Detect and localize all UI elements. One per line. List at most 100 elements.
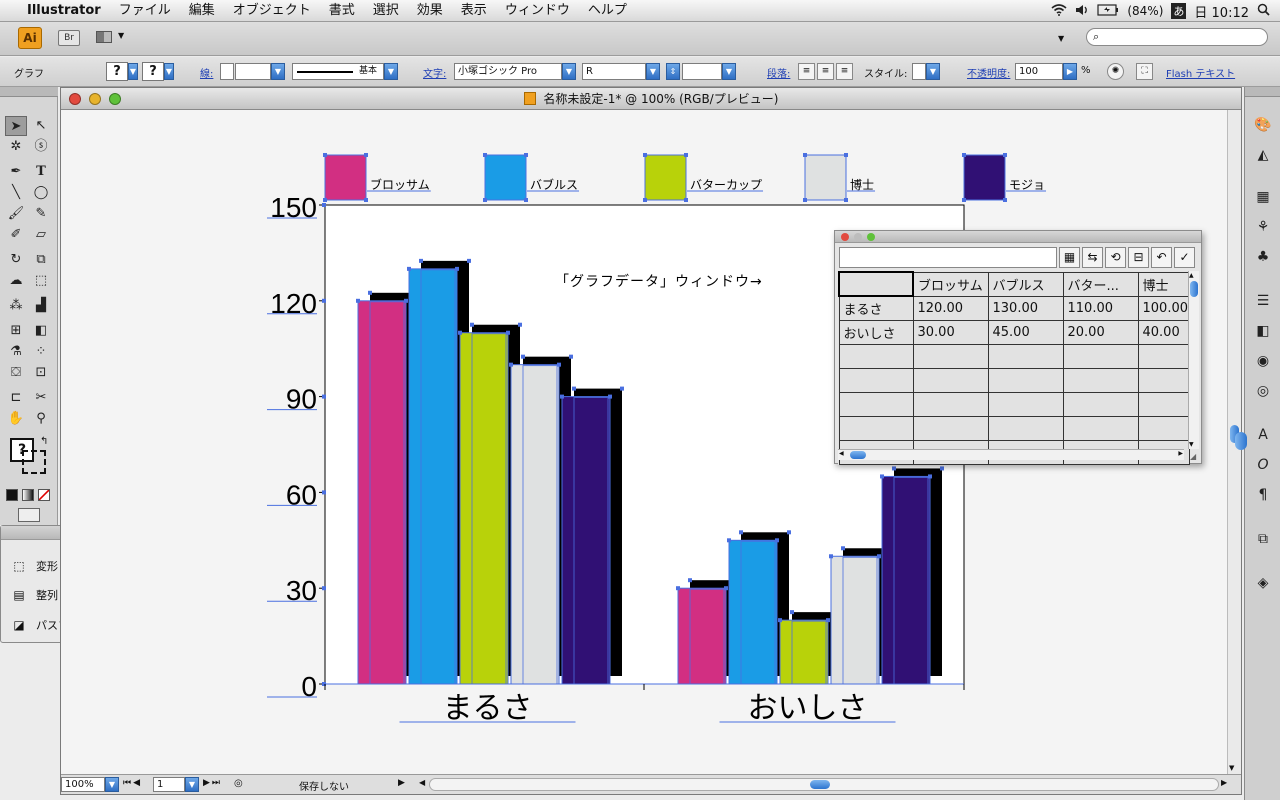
- bar[interactable]: [510, 364, 560, 685]
- character-panel-icon[interactable]: A: [1253, 425, 1273, 445]
- scroll-left-icon[interactable]: ◀: [419, 778, 427, 787]
- transform-panel-button[interactable]: ⬚ 変形: [11, 558, 58, 574]
- zoom-tool-icon[interactable]: ⚲: [30, 409, 52, 429]
- stroke-color-button[interactable]: ?: [142, 62, 164, 81]
- bar[interactable]: [408, 268, 458, 685]
- bar[interactable]: [677, 587, 727, 685]
- table-cell[interactable]: [1137, 343, 1190, 369]
- table-cell[interactable]: [838, 343, 914, 369]
- font-size-input[interactable]: [682, 63, 722, 80]
- graph-data-scroll-left-icon[interactable]: ◀: [839, 450, 844, 457]
- eyedropper-tool-icon[interactable]: ⚗: [5, 342, 27, 362]
- bar[interactable]: [459, 332, 509, 685]
- table-cell[interactable]: [912, 415, 989, 441]
- line-tool-icon[interactable]: ╲: [5, 183, 27, 203]
- graphic-style-dropdown-icon[interactable]: ▼: [926, 63, 940, 80]
- font-family-dropdown-icon[interactable]: ▼: [562, 63, 576, 80]
- graph-data-close-icon[interactable]: [841, 233, 849, 241]
- cell-style-icon[interactable]: ⊟: [1128, 247, 1149, 268]
- menu-help[interactable]: ヘルプ: [579, 0, 636, 22]
- table-cell[interactable]: [987, 367, 1064, 393]
- graph-data-vscroll-thumb[interactable]: [1190, 281, 1198, 297]
- menu-type[interactable]: 書式: [320, 0, 364, 22]
- table-cell[interactable]: 110.00: [1062, 295, 1139, 321]
- volume-icon[interactable]: [1075, 4, 1089, 19]
- graph-data-minimize-icon[interactable]: [854, 233, 862, 241]
- graph-data-vertical-scrollbar[interactable]: ▲ ▼: [1188, 271, 1199, 449]
- eraser-tool-icon[interactable]: ▱: [30, 225, 52, 245]
- gradient-tool-icon[interactable]: ◧: [30, 321, 52, 341]
- table-cell[interactable]: [838, 391, 914, 417]
- graph-data-hscroll-thumb[interactable]: [850, 451, 866, 459]
- table-cell[interactable]: 30.00: [912, 319, 989, 345]
- paragraph-label[interactable]: 段落:: [767, 65, 790, 80]
- revert-icon[interactable]: ↶: [1151, 247, 1172, 268]
- artboard-tool-icon[interactable]: ⊏: [5, 388, 27, 408]
- opacity-input[interactable]: 100: [1015, 63, 1063, 80]
- brushes-panel-icon[interactable]: ⚘: [1253, 217, 1273, 237]
- graph-data-horizontal-scrollbar[interactable]: ◀ ▶: [838, 449, 1184, 460]
- swap-fill-stroke-icon[interactable]: ↰: [40, 436, 48, 447]
- stroke-style-select[interactable]: 基本: [292, 63, 384, 80]
- mesh-tool-icon[interactable]: ⊞: [5, 321, 27, 341]
- ellipse-tool-icon[interactable]: ◯: [30, 183, 52, 203]
- legend-swatch[interactable]: [644, 154, 687, 201]
- stroke-weight-stepper[interactable]: [220, 63, 234, 80]
- legend-swatch[interactable]: [324, 154, 367, 201]
- font-size-stepper[interactable]: ⇕: [666, 63, 680, 80]
- paragraph-panel-icon[interactable]: ¶: [1253, 485, 1273, 505]
- slice-tool-icon[interactable]: ✂: [30, 388, 52, 408]
- table-cell[interactable]: [987, 415, 1064, 441]
- apply-icon[interactable]: ✓: [1174, 247, 1195, 268]
- live-paint-selection-tool-icon[interactable]: ⊡: [30, 363, 52, 383]
- table-cell[interactable]: [1137, 415, 1190, 441]
- table-cell[interactable]: [1062, 415, 1139, 441]
- align-center-icon[interactable]: ≡: [817, 63, 834, 80]
- artboard-number-input[interactable]: 1: [153, 777, 185, 792]
- table-cell[interactable]: バター...: [1062, 271, 1139, 297]
- recolor-artwork-icon[interactable]: ✺: [1107, 63, 1124, 80]
- blob-brush-tool-icon[interactable]: ✐: [5, 225, 27, 245]
- horizontal-scroll-thumb[interactable]: [810, 780, 830, 789]
- fill-color-button[interactable]: ?: [106, 62, 128, 81]
- horizontal-scrollbar[interactable]: [429, 778, 1219, 791]
- bridge-button[interactable]: Br: [58, 30, 80, 46]
- magic-wand-tool-icon[interactable]: ✲: [5, 137, 27, 157]
- color-panel-icon[interactable]: 🎨: [1253, 115, 1273, 135]
- table-cell[interactable]: [987, 343, 1064, 369]
- type-tool-icon[interactable]: T: [30, 162, 52, 182]
- artboard-dropdown-icon[interactable]: ▼: [185, 777, 199, 792]
- dock-splitter-handle[interactable]: [1235, 432, 1247, 450]
- table-cell[interactable]: 45.00: [987, 319, 1064, 345]
- live-paint-bucket-tool-icon[interactable]: ⛋: [5, 363, 27, 383]
- scroll-down-icon[interactable]: ▼: [1229, 764, 1234, 772]
- stroke-weight-input[interactable]: [235, 63, 271, 80]
- font-style-input[interactable]: R: [582, 63, 646, 80]
- gradient-panel-icon[interactable]: ◧: [1253, 321, 1273, 341]
- graph-data-zoom-icon[interactable]: [867, 233, 875, 241]
- first-artboard-icon[interactable]: ⏮◀: [123, 778, 142, 788]
- status-expand-icon[interactable]: ▶: [398, 778, 405, 788]
- arrange-dropdown-icon[interactable]: ▼: [118, 31, 124, 40]
- table-cell[interactable]: 100.00: [1137, 295, 1190, 321]
- table-cell[interactable]: [838, 271, 914, 297]
- opacity-dropdown-icon[interactable]: ▶: [1063, 63, 1077, 80]
- input-method-icon[interactable]: あ: [1171, 3, 1187, 19]
- table-cell[interactable]: まるさ: [838, 295, 914, 321]
- scroll-right-icon[interactable]: ▶: [1221, 778, 1227, 787]
- table-cell[interactable]: ブロッサム: [912, 271, 989, 297]
- color-mode-icon[interactable]: [6, 489, 18, 501]
- blend-tool-icon[interactable]: ⁘: [30, 342, 52, 362]
- table-cell[interactable]: [1062, 367, 1139, 393]
- graph-data-scroll-right-icon[interactable]: ▶: [1178, 450, 1183, 457]
- stroke-label[interactable]: 線:: [200, 65, 213, 80]
- graph-data-scroll-up-icon[interactable]: ▲: [1189, 272, 1194, 279]
- menu-window[interactable]: ウィンドウ: [496, 0, 579, 22]
- wifi-icon[interactable]: [1051, 3, 1067, 19]
- hand-tool-icon[interactable]: ✋: [5, 409, 27, 429]
- table-cell[interactable]: [1062, 391, 1139, 417]
- table-cell[interactable]: [987, 391, 1064, 417]
- graph-data-resize-grip-icon[interactable]: ◢: [1190, 452, 1200, 462]
- symbol-sprayer-tool-icon[interactable]: ⁂: [5, 296, 27, 316]
- spotlight-icon[interactable]: [1257, 3, 1270, 19]
